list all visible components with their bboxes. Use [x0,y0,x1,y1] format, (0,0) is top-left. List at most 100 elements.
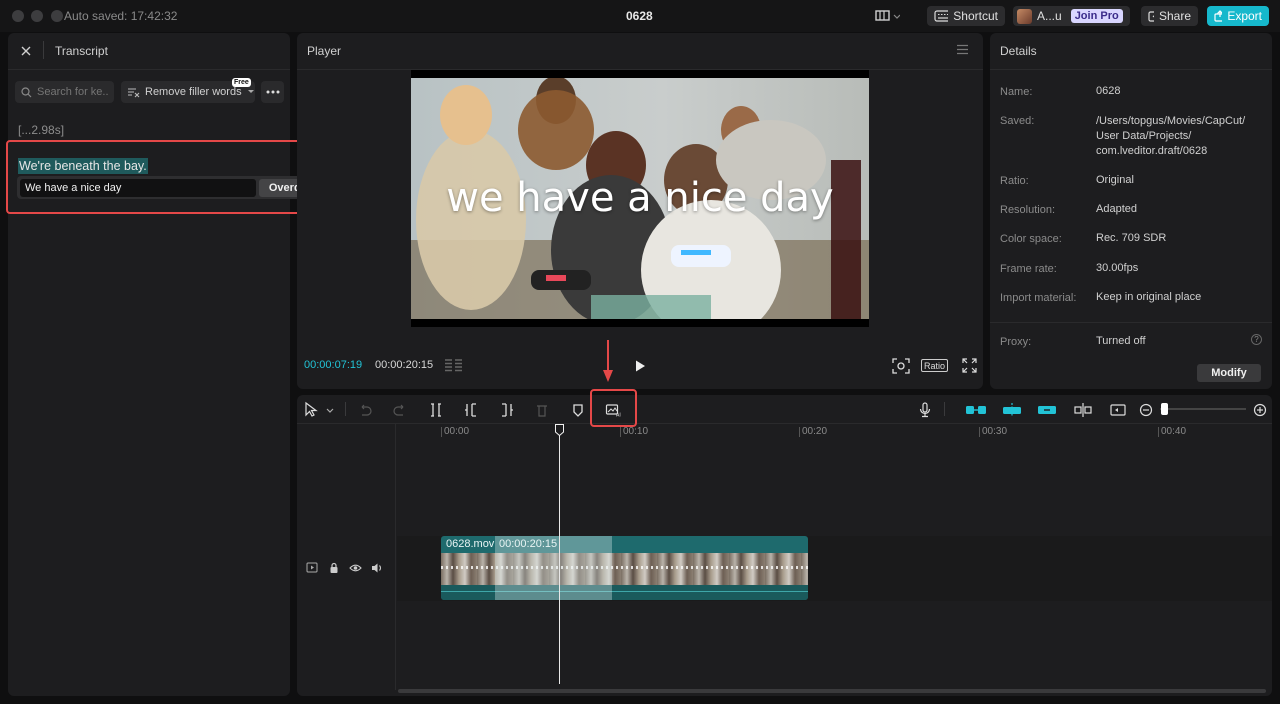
ratio-button[interactable]: Ratio [921,359,948,372]
record-audio-button[interactable] [915,402,935,418]
close-icon [21,46,31,56]
zoom-slider-track[interactable] [1160,408,1246,410]
window-maximize-button[interactable] [51,10,63,22]
user-name: A...u [1037,9,1062,23]
zoom-in-button[interactable] [1250,402,1270,418]
trash-icon [537,405,547,417]
modify-button[interactable]: Modify [1197,364,1261,382]
tick-mark [1158,427,1159,437]
lock-track-button[interactable] [328,562,340,574]
playhead-line[interactable] [559,424,560,684]
export-label: Export [1227,9,1262,23]
hide-track-button[interactable] [349,562,362,574]
fullscreen-button[interactable] [962,358,977,373]
timeline-scrollbar[interactable] [398,689,1266,693]
main-track-magnet-button[interactable] [965,402,987,418]
trim-left-icon [465,403,476,417]
divider [990,322,1272,323]
auto-snapping-button[interactable] [1001,402,1023,418]
window-minimize-button[interactable] [31,10,43,22]
delete-button[interactable] [532,402,552,418]
track-cover-button[interactable] [306,562,318,574]
export-icon [1214,10,1223,22]
total-time: 00:00:20:15 [375,359,434,371]
select-tool-dropdown[interactable] [325,404,335,414]
share-icon [1148,11,1154,22]
tick-label: 00:00 [444,426,470,437]
detail-value-frame-rate: 30.00fps [1096,262,1139,274]
redo-button[interactable] [390,402,410,418]
clip-name: 0628.mov [446,538,495,550]
marker-button[interactable] [568,402,588,418]
trim-right-button[interactable] [497,402,517,418]
select-tool-button[interactable] [303,401,321,418]
undo-button[interactable] [355,402,375,418]
shortcut-button[interactable]: Shortcut [927,6,1005,26]
player-menu-button[interactable] [956,44,969,56]
video-clip[interactable]: 0628.mov 00:00:20:15 [441,536,808,600]
zoom-fit-button[interactable] [892,358,910,374]
more-icon [266,90,279,94]
detail-value-name: 0628 [1096,85,1121,97]
proxy-help-icon[interactable]: ? [1251,334,1262,345]
divider [297,423,1272,424]
tick-label: 00:40 [1161,426,1187,437]
close-transcript-button[interactable] [19,44,33,58]
detail-value-proxy: Turned off [1096,335,1146,347]
more-options-button[interactable] [261,81,284,103]
video-caption[interactable]: we have a nice day [411,175,869,221]
arrow-down-icon [603,340,613,382]
linkage-button[interactable] [1036,402,1058,418]
zoom-out-button[interactable] [1136,402,1156,418]
project-title: 0628 [626,9,653,23]
remove-filler-icon [128,87,140,97]
preview-axis-button[interactable] [1072,402,1094,418]
autosave-status: Auto saved: 17:42:32 [64,9,178,23]
layout-icon [875,10,901,21]
detail-label-resolution: Resolution: [1000,204,1056,216]
account-button[interactable]: A...u Join Pro [1013,6,1130,26]
share-button[interactable]: Share [1141,6,1198,26]
window-close-button[interactable] [12,10,24,22]
link-icon [1038,406,1056,414]
zoom-in-icon [1253,403,1267,417]
timecode-grid-button[interactable] [443,358,465,372]
thumbnail-view-button[interactable] [1108,402,1130,418]
transcript-panel-body [8,210,290,696]
tick-mark [799,427,800,437]
focus-icon [892,358,910,374]
search-input[interactable] [37,86,109,98]
current-time: 00:00:07:19 [304,359,363,371]
free-badge: Free [232,78,251,87]
split-button[interactable] [426,402,446,418]
trim-right-icon [502,403,513,417]
snap-icon [1003,403,1021,417]
join-pro-badge[interactable]: Join Pro [1070,9,1123,23]
lock-icon [330,562,338,573]
keyboard-icon [934,10,949,22]
speaker-icon [372,563,382,573]
mute-track-button[interactable] [371,562,384,574]
zoom-slider-handle[interactable] [1161,403,1168,415]
export-button[interactable]: Export [1207,6,1269,26]
divider [8,69,290,70]
detail-value-import-material: Keep in original place [1096,291,1202,303]
chevron-down-icon [247,90,254,93]
detail-value-resolution: Adapted [1096,203,1137,215]
undo-icon [361,404,372,416]
trim-left-button[interactable] [461,402,481,418]
search-icon [21,86,32,97]
divider [345,402,346,416]
transcript-title: Transcript [55,44,108,58]
preview-axis-icon [1074,403,1092,417]
screen-icon [1110,404,1126,416]
playhead-handle[interactable] [555,424,564,437]
avatar [1017,8,1032,24]
play-button[interactable] [633,359,647,373]
transcript-search-box[interactable] [15,81,114,103]
eye-icon [349,564,362,572]
silence-marker[interactable]: [...2.98s] [18,123,64,137]
divider [990,69,1272,70]
detail-value-color-space: Rec. 709 SDR [1096,232,1167,244]
layout-menu-button[interactable] [874,9,901,23]
